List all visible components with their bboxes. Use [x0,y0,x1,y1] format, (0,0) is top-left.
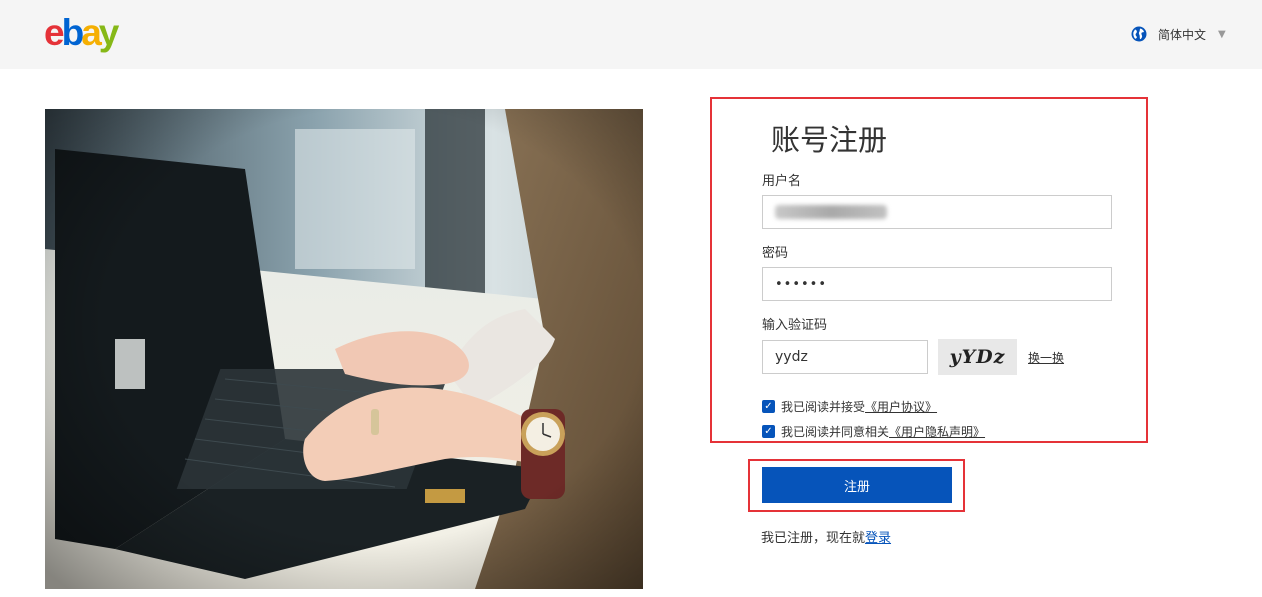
header: ebay 简体中文 ▼ [0,0,1262,69]
caret-down-icon: ▼ [1218,28,1226,40]
captcha-field[interactable]: yydz [762,340,928,374]
login-link[interactable]: 登录 [865,531,891,546]
terms-link[interactable]: 《用户协议》 [865,398,937,415]
laptop-typing-illustration [45,109,643,589]
captcha-image: yYDz [938,339,1017,375]
login-prompt-text: 我已注册，现在就 [761,531,866,546]
ebay-logo[interactable]: ebay [44,13,119,53]
privacy-link[interactable]: 《用户隐私声明》 [889,423,985,440]
page-title: 账号注册 [771,123,888,157]
globe-icon [1131,26,1147,42]
refresh-captcha-link[interactable]: 换一换 [1028,349,1064,366]
hero-image [45,109,643,589]
redacted-username [775,205,887,219]
password-field[interactable]: •••••• [762,267,1112,301]
language-selector[interactable]: 简体中文 ▼ [1131,25,1226,43]
agreement-row-terms: ✓ 我已阅读并接受 《用户协议》 [762,398,937,415]
username-label: 用户名 [762,174,802,189]
terms-text: 我已阅读并接受 [781,400,866,414]
login-prompt: 我已注册，现在就登录 [761,527,891,546]
terms-checkbox[interactable]: ✓ [762,400,775,413]
password-label: 密码 [762,246,789,261]
privacy-checkbox[interactable]: ✓ [762,425,775,438]
captcha-label: 输入验证码 [762,318,828,333]
register-button[interactable]: 注册 [762,467,952,503]
language-label: 简体中文 [1158,27,1207,42]
username-field[interactable] [762,195,1112,229]
agreement-row-privacy: ✓ 我已阅读并同意相关 《用户隐私声明》 [762,423,985,440]
privacy-text: 我已阅读并同意相关 [781,425,890,439]
